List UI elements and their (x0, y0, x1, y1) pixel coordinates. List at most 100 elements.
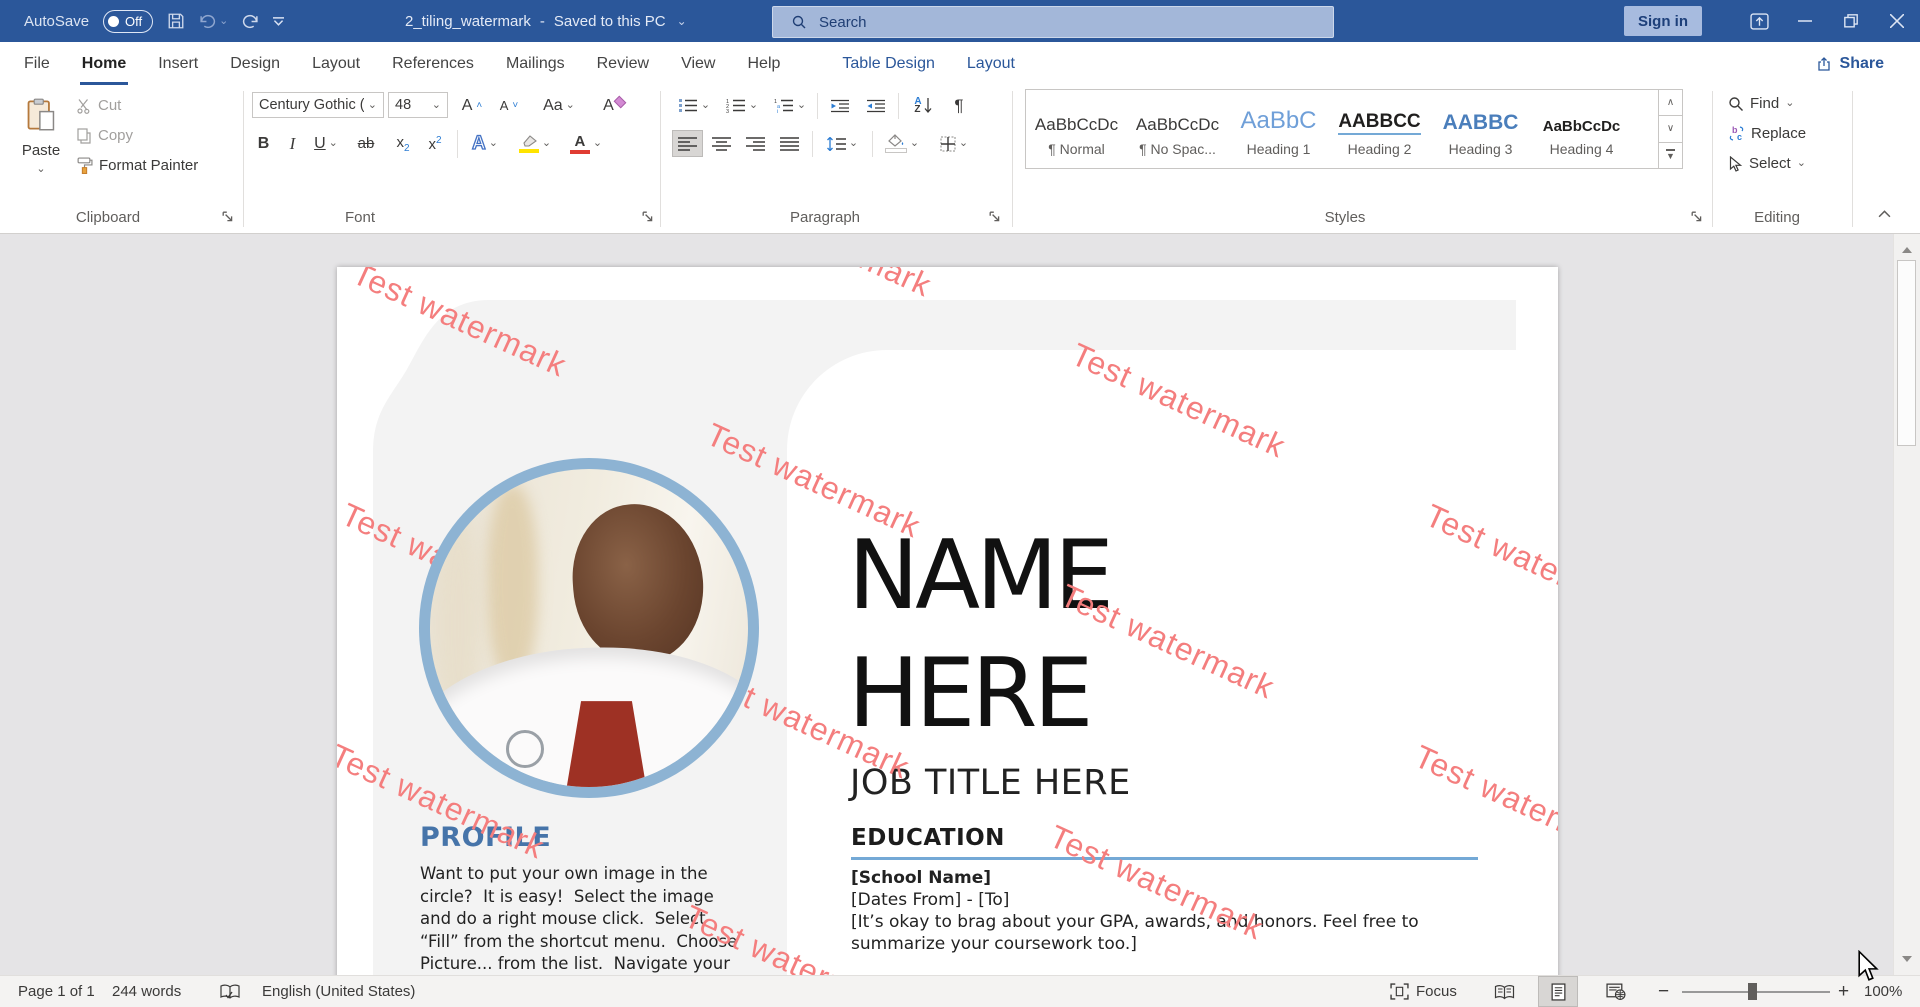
strikethrough-button[interactable]: ab (350, 130, 382, 157)
scrollbar-thumb[interactable] (1897, 260, 1916, 446)
tab-layout[interactable]: Layout (951, 42, 1031, 85)
align-right-button[interactable] (740, 130, 771, 157)
minimize-button[interactable] (1782, 0, 1828, 42)
cut-button[interactable]: Cut (76, 97, 121, 114)
multilevel-list-button[interactable]: 1ai ⌄ (768, 92, 812, 119)
paragraph-dialog-launcher-icon[interactable] (989, 211, 1002, 224)
tab-insert[interactable]: Insert (142, 42, 214, 85)
bullets-button[interactable]: ⌄ (672, 92, 716, 119)
document-canvas[interactable]: NAME HERE JOB TITLE HERE PROFILE Want to… (0, 234, 1920, 975)
redo-icon[interactable] (242, 14, 259, 29)
style-no-spac[interactable]: AaBbCcDc¶ No Spac... (1127, 90, 1228, 168)
tab-help[interactable]: Help (731, 42, 796, 85)
select-button[interactable]: Select ⌄ (1728, 155, 1806, 172)
share-button[interactable]: Share (1806, 47, 1894, 80)
read-mode-button[interactable] (1494, 976, 1515, 1007)
subscript-button[interactable]: x2 (388, 130, 418, 157)
gallery-scroll-down-icon[interactable]: ∨ (1658, 116, 1683, 142)
align-left-button[interactable] (672, 130, 703, 157)
show-formatting-marks-button[interactable]: ¶ (945, 92, 973, 119)
style-heading-2[interactable]: AABBCCHeading 2 (1329, 90, 1430, 168)
borders-button[interactable]: ⌄ (930, 130, 978, 157)
change-case-button[interactable]: Aa ⌄ (538, 92, 580, 119)
vertical-scrollbar[interactable] (1893, 234, 1920, 975)
text-effects-button[interactable]: A ⌄ (464, 130, 506, 157)
page-indicator[interactable]: Page 1 of 1 (18, 976, 95, 1007)
collapse-ribbon-icon[interactable] (1878, 209, 1891, 222)
decrease-indent-button[interactable] (824, 92, 856, 119)
profile-heading[interactable]: PROFILE (420, 822, 551, 853)
tab-references[interactable]: References (376, 42, 490, 85)
style-normal[interactable]: AaBbCcDc¶ Normal (1026, 90, 1127, 168)
zoom-in-button[interactable]: + (1838, 976, 1849, 1007)
italic-button[interactable]: I (280, 130, 305, 157)
restore-button[interactable] (1828, 0, 1874, 42)
tab-file[interactable]: File (8, 42, 66, 85)
zoom-out-button[interactable]: − (1658, 976, 1669, 1007)
focus-mode-button[interactable]: Focus (1390, 976, 1457, 1007)
scroll-down-icon[interactable] (1894, 949, 1920, 969)
tab-mailings[interactable]: Mailings (490, 42, 581, 85)
clipboard-dialog-launcher-icon[interactable] (222, 211, 235, 224)
align-center-button[interactable] (706, 130, 737, 157)
increase-indent-button[interactable] (860, 92, 892, 119)
web-layout-button[interactable] (1606, 976, 1626, 1007)
scroll-up-icon[interactable] (1894, 240, 1920, 260)
tab-layout[interactable]: Layout (296, 42, 376, 85)
gallery-scroll-up-icon[interactable]: ∧ (1658, 89, 1683, 116)
clear-formatting-button[interactable]: A (596, 92, 632, 119)
language-indicator[interactable]: English (United States) (262, 976, 415, 1007)
ribbon-display-options-icon[interactable] (1736, 0, 1782, 42)
document-page[interactable]: NAME HERE JOB TITLE HERE PROFILE Want to… (337, 267, 1558, 975)
style-heading-3[interactable]: AABBCHeading 3 (1430, 90, 1531, 168)
zoom-level[interactable]: 100% (1864, 976, 1902, 1007)
word-count[interactable]: 244 words (112, 976, 181, 1007)
customize-quick-access-icon[interactable] (273, 17, 284, 26)
print-layout-button[interactable] (1538, 976, 1578, 1007)
tab-view[interactable]: View (665, 42, 731, 85)
document-title[interactable]: 2_tiling_watermark - Saved to this PC ⌄ (405, 0, 687, 42)
autosave-toggle[interactable]: Off (103, 10, 153, 33)
superscript-button[interactable]: x2 (420, 130, 450, 157)
paste-button[interactable]: Paste ⌄ (12, 90, 70, 202)
style-heading-4[interactable]: AaBbCcDcHeading 4 (1531, 90, 1632, 168)
sort-button[interactable]: A Z (905, 92, 941, 119)
education-block[interactable]: [School Name] [Dates From] - [To] [It’s … (851, 867, 1419, 955)
numbering-button[interactable]: 123 ⌄ (720, 92, 764, 119)
bold-button[interactable]: B (250, 130, 277, 157)
tab-table-design[interactable]: Table Design (826, 42, 951, 85)
education-heading[interactable]: EDUCATION (851, 825, 1005, 851)
tab-home[interactable]: Home (66, 42, 142, 85)
replace-button[interactable]: bc Replace (1728, 125, 1806, 142)
tab-review[interactable]: Review (581, 42, 665, 85)
close-button[interactable] (1874, 0, 1920, 42)
shading-button[interactable]: ⌄ (879, 130, 925, 157)
profile-photo[interactable] (419, 458, 759, 798)
font-color-button[interactable]: A ⌄ (564, 130, 608, 157)
justify-button[interactable] (774, 130, 805, 157)
underline-button[interactable]: U ⌄ (307, 130, 345, 157)
line-spacing-button[interactable]: ⌄ (819, 130, 865, 157)
profile-body[interactable]: Want to put your own image in thecircle?… (420, 863, 737, 975)
shrink-font-button[interactable]: A˅ (492, 92, 526, 119)
search-input[interactable]: Search (772, 6, 1334, 38)
undo-icon[interactable]: ⌄ (199, 14, 228, 29)
font-dialog-launcher-icon[interactable] (642, 211, 655, 224)
find-button[interactable]: Find ⌄ (1728, 95, 1794, 112)
copy-button[interactable]: Copy (76, 127, 133, 144)
grow-font-button[interactable]: A˄ (455, 92, 489, 119)
font-name-select[interactable]: Century Gothic (B ⌄ (252, 92, 384, 118)
format-painter-button[interactable]: Format Painter (76, 157, 198, 174)
sign-in-button[interactable]: Sign in (1624, 6, 1702, 36)
text-highlight-button[interactable]: ⌄ (512, 130, 558, 157)
proofing-status-icon[interactable] (220, 976, 240, 1007)
font-size-select[interactable]: 48 ⌄ (388, 92, 448, 118)
save-icon[interactable] (167, 12, 185, 30)
zoom-slider-thumb[interactable] (1748, 983, 1757, 1000)
resume-job-title[interactable]: JOB TITLE HERE (850, 763, 1131, 803)
tab-design[interactable]: Design (214, 42, 296, 85)
style-heading-1[interactable]: AaBbCHeading 1 (1228, 90, 1329, 168)
gallery-more-icon[interactable]: ▼ (1658, 143, 1683, 169)
styles-dialog-launcher-icon[interactable] (1691, 211, 1704, 224)
resume-name[interactable]: NAME HERE (848, 517, 1110, 753)
